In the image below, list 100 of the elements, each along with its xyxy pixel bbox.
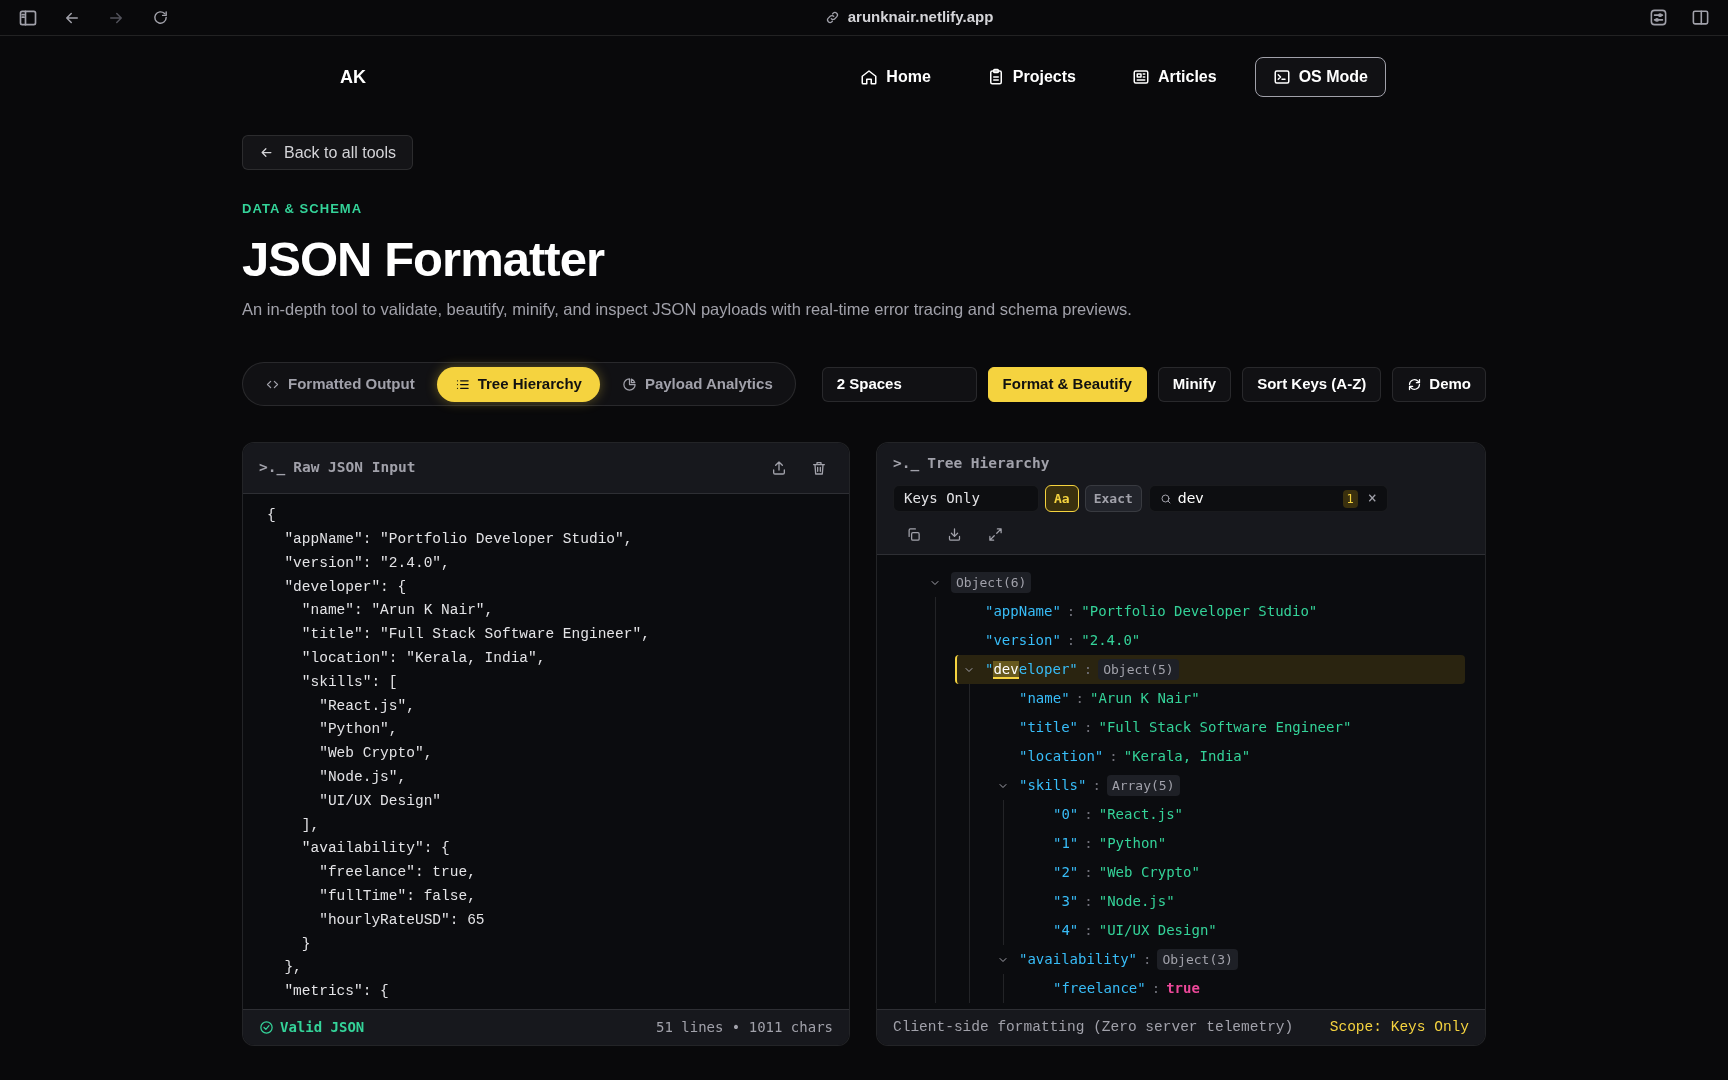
tree-value: "UI/UX Design" [1098, 921, 1217, 940]
code-line: "title": "Full Stack Software Engineer", [300, 625, 650, 645]
tree-key: "0" [1053, 804, 1079, 825]
scope-select[interactable]: Keys Only [893, 485, 1039, 512]
page-title: JSON Formatter [242, 230, 606, 287]
tree-key: "1" [1053, 833, 1079, 854]
colon-separator: : [1143, 950, 1152, 969]
reload-icon [151, 9, 169, 26]
colon-separator: : [1083, 660, 1093, 679]
code-line: "appName": "Portfolio Developer Studio", [283, 530, 633, 550]
tree-value: "Python" [1098, 834, 1167, 853]
nav-link[interactable]: Projects [968, 57, 1094, 97]
tree-key: "2" [1053, 862, 1079, 883]
tree-search-field[interactable]: dev 1 × [1148, 485, 1388, 512]
check-circle-icon [259, 1020, 274, 1036]
copy-icon [905, 526, 921, 542]
terminal-icon [1272, 68, 1291, 86]
type-badge: Array(5) [1106, 774, 1180, 797]
action-button[interactable]: Format & Beautify [987, 366, 1147, 402]
site-logo[interactable]: AK [340, 63, 366, 91]
colon-separator: : [1092, 776, 1101, 795]
search-option-toggle[interactable]: Exact [1084, 485, 1142, 512]
colon-separator: : [1109, 747, 1118, 766]
house-icon [860, 68, 879, 86]
newspaper-icon [1131, 68, 1150, 86]
tree-key: "freelance" [1053, 978, 1146, 999]
tree-key: "3" [1053, 891, 1079, 912]
code-line: "fullTime": false, [318, 887, 476, 906]
tree-key: "skills" [1019, 775, 1087, 796]
tree-key: "version" [985, 630, 1061, 651]
left-arrow-icon [259, 145, 274, 160]
tree-value: "2.4.0" [1081, 631, 1141, 650]
nav-link[interactable]: OS Mode [1254, 57, 1386, 97]
panel-title: Raw JSON Input [293, 458, 416, 478]
code-line: "metrics": { [283, 982, 389, 1002]
colon-separator: : [1084, 805, 1093, 824]
input-stats: 51 lines • 1011 chars [656, 1018, 833, 1038]
colon-separator: : [1084, 834, 1093, 853]
tree-value: "Node.js" [1098, 892, 1175, 911]
code-line: "skills": [ [300, 672, 398, 692]
tree-value: "Arun K Nair" [1090, 689, 1200, 708]
privacy-note: Client-side formatting (Zero server telemetry) [893, 1017, 1294, 1037]
pie-chart-icon [621, 376, 637, 392]
code-line: "freelance": true, [318, 863, 476, 883]
expand-icon [987, 526, 1003, 542]
view-tab[interactable]: Payload Analytics [603, 366, 791, 402]
search-icon [1159, 492, 1172, 505]
view-tab[interactable]: Tree Hierarchy [436, 366, 600, 402]
tree-value: "Portfolio Developer Studio" [1081, 602, 1318, 621]
terminal-prompt: >._ [259, 458, 286, 478]
action-button[interactable]: Sort Keys (A-Z) [1242, 366, 1382, 402]
colon-separator: : [1084, 921, 1093, 940]
colon-separator: : [1066, 602, 1076, 621]
code-line: "location": "Kerala, India", [300, 649, 546, 669]
refresh-icon [1407, 376, 1423, 392]
code-line: { [267, 506, 276, 526]
code-line: } [300, 934, 311, 954]
tree-value: "Web Crypto" [1098, 863, 1200, 882]
code-line: "availability": { [300, 839, 450, 859]
clear-search-button[interactable]: × [1367, 491, 1377, 506]
tree-key: "title" [1019, 717, 1078, 738]
upload-icon [771, 460, 787, 477]
trash-icon [811, 460, 827, 477]
tree-key: "4" [1053, 920, 1079, 941]
type-badge: Object(6) [951, 571, 1032, 594]
category-label: DATA & SCHEMA [242, 200, 364, 218]
code-line: "version": "2.4.0", [283, 553, 450, 573]
code-line: "developer": { [283, 577, 407, 597]
nav-link[interactable]: Articles [1113, 57, 1235, 97]
download-icon [946, 526, 962, 542]
code-line: }, [283, 958, 302, 978]
colon-separator: : [1066, 631, 1076, 650]
search-option-toggle[interactable]: Aa [1045, 485, 1079, 512]
type-badge: Object(5) [1098, 658, 1179, 681]
action-button[interactable]: Minify [1157, 366, 1232, 402]
code-line: "name": "Arun K Nair", [300, 601, 494, 621]
action-button[interactable]: Demo [1392, 366, 1486, 402]
tree-value: "Full Stack Software Engineer" [1098, 718, 1352, 737]
tree-key: "availability" [1019, 949, 1137, 970]
view-tab[interactable]: Formatted Output [247, 366, 433, 402]
nav-link[interactable]: Home [842, 57, 949, 97]
code-line: "Web Crypto", [318, 744, 433, 764]
validation-status: Valid JSON [280, 1018, 365, 1038]
colon-separator: : [1075, 689, 1084, 708]
tree-value: "React.js" [1098, 805, 1184, 824]
code-line: "UI/UX Design" [318, 791, 442, 811]
colon-separator: : [1084, 718, 1093, 737]
match-count-badge: 1 [1342, 489, 1358, 508]
type-badge: Object(3) [1157, 948, 1238, 971]
colon-separator: : [1084, 892, 1093, 911]
colon-separator: : [1084, 863, 1093, 882]
address-bar-url[interactable]: arunknair.netlify.app [847, 6, 994, 29]
colon-separator: : [1151, 979, 1161, 998]
code-line: "React.js", [318, 696, 415, 716]
back-link[interactable]: Back to all tools [242, 135, 414, 170]
tree-key: "appName" [985, 601, 1061, 622]
panel-title: Tree Hierarchy [927, 454, 1050, 474]
tree-key: "location" [1019, 746, 1104, 767]
page-subtitle: An in-depth tool to validate, beautify, minify, and inspect JSON payloads with real-time error tracing and schema previews. [242, 298, 1133, 320]
indent-select[interactable]: 2 Spaces [821, 366, 977, 402]
